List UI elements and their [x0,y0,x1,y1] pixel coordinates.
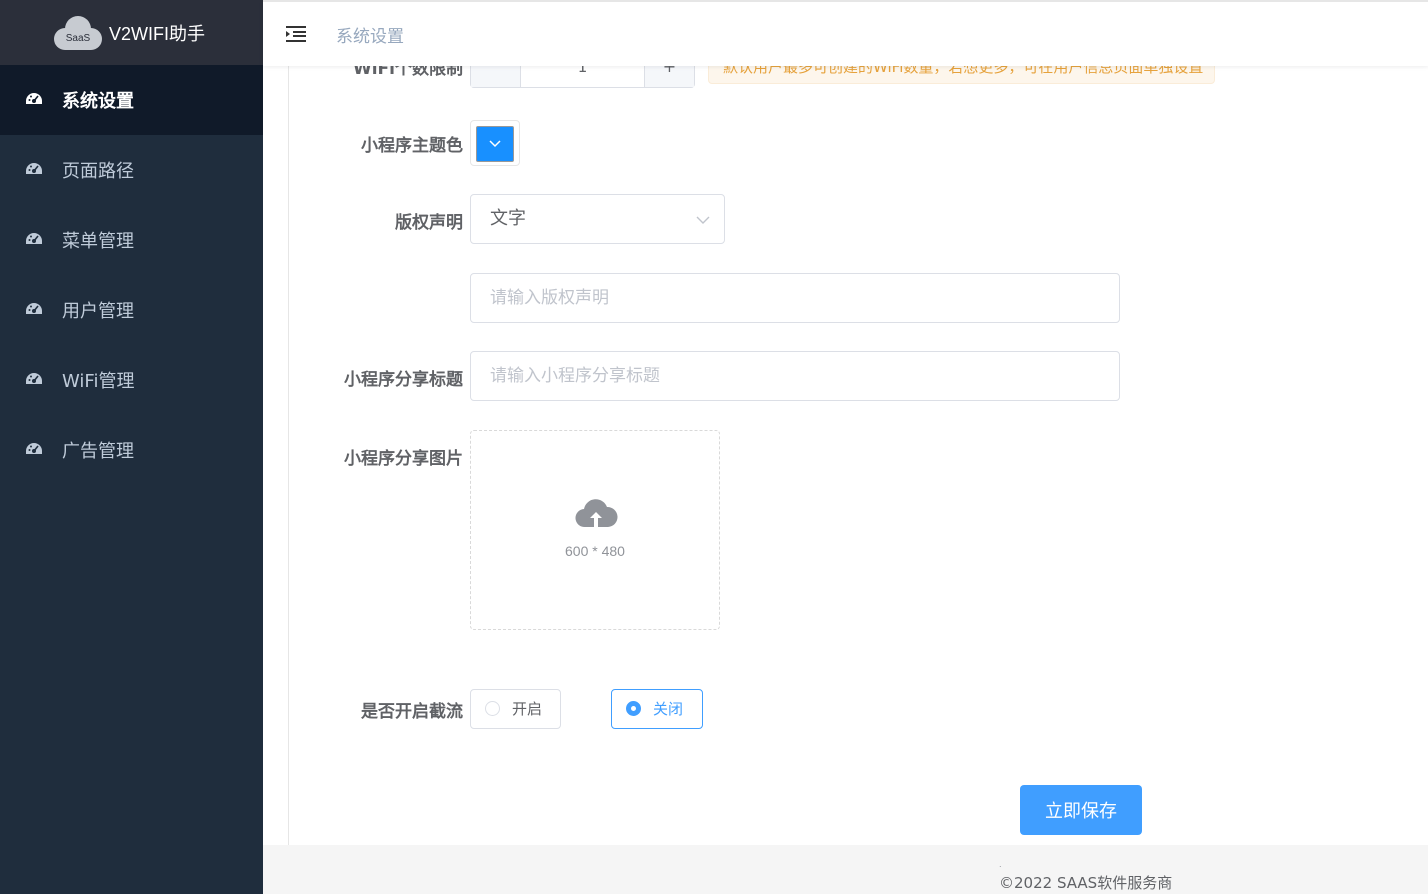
footer-copyright: ©2022 SAAS软件服务商 [999,874,1173,892]
logo-bar: SaaS V2WIFI助手 [0,0,263,65]
radio-circle-checked [626,701,641,716]
cloud-logo-icon: SaaS [54,15,102,50]
theme-color-label: 小程序主题色 [361,136,463,156]
dashboard-icon [26,163,42,174]
wifi-limit-stepper[interactable]: 1 + [470,66,695,88]
wifi-limit-label: WiFi个数限制 [352,66,463,79]
wifi-limit-tip: 默认用户最多可创建的WiFi数量，若想更多，可在用户信息页面单独设置 [708,66,1215,84]
save-button[interactable]: 立即保存 [1020,785,1142,835]
sidebar-item-page-path[interactable]: 页面路径 [0,135,263,205]
top-header: 系统设置 [263,0,1428,66]
throttle-label: 是否开启截流 [361,702,463,722]
sidebar-item-label: 广告管理 [62,441,134,462]
copyright-type-value: 文字 [490,208,526,229]
radio-label: 关闭 [653,700,684,718]
throttle-on-radio[interactable]: 开启 [470,689,561,729]
dashboard-icon [26,303,42,314]
cloud-upload-icon [575,499,618,529]
share-title-input[interactable] [470,351,1120,401]
radio-circle [485,701,500,716]
share-image-uploader[interactable]: 600 * 480 [470,430,720,630]
dashboard-icon [26,233,42,244]
main-content: WiFi个数限制 1 + 默认用户最多可创建的WiFi数量，若想更多，可在用户信… [263,66,1428,894]
radio-label: 开启 [512,700,543,718]
chevron-down-icon [489,140,501,148]
sidebar-item-ad-management[interactable]: 广告管理 [0,415,263,485]
share-image-label: 小程序分享图片 [344,449,463,469]
color-swatch[interactable] [476,126,514,162]
sidebar-item-label: 菜单管理 [62,231,134,252]
footer-dot: . [999,860,1002,869]
increment-button[interactable]: + [644,66,694,87]
app-title: V2WIFI助手 [109,23,206,44]
decrement-button[interactable] [471,66,521,87]
breadcrumb: 系统设置 [336,26,404,47]
footer: . ©2022 SAAS软件服务商 [263,845,1428,894]
hamburger-icon[interactable] [285,23,307,45]
sidebar-item-label: 页面路径 [62,161,134,182]
sidebar-item-user-management[interactable]: 用户管理 [0,275,263,345]
sidebar-item-label: 系统设置 [62,91,134,112]
wifi-limit-value[interactable]: 1 [521,66,644,87]
sidebar-item-menu-management[interactable]: 菜单管理 [0,205,263,275]
sidebar-item-system-settings[interactable]: 系统设置 [0,65,263,135]
sidebar-item-wifi-management[interactable]: WiFi管理 [0,345,263,415]
logo-text: SaaS [65,32,91,44]
sidebar: SaaS V2WIFI助手 系统设置 页面路径 菜单管理 用户管理 WiFi管理… [0,0,263,894]
upload-size-hint: 600 * 480 [565,543,625,559]
copyright-label: 版权声明 [395,213,463,233]
theme-color-picker[interactable] [470,120,520,166]
sidebar-item-label: 用户管理 [62,301,134,322]
copyright-type-select[interactable]: 文字 [470,194,725,244]
dashboard-icon [26,443,42,454]
sidebar-item-label: WiFi管理 [62,371,135,392]
copyright-input[interactable] [470,273,1120,323]
dashboard-icon [26,373,42,384]
share-title-label: 小程序分享标题 [344,370,463,390]
chevron-down-icon [696,216,710,224]
throttle-off-radio[interactable]: 关闭 [611,689,703,729]
dashboard-icon [26,93,42,104]
